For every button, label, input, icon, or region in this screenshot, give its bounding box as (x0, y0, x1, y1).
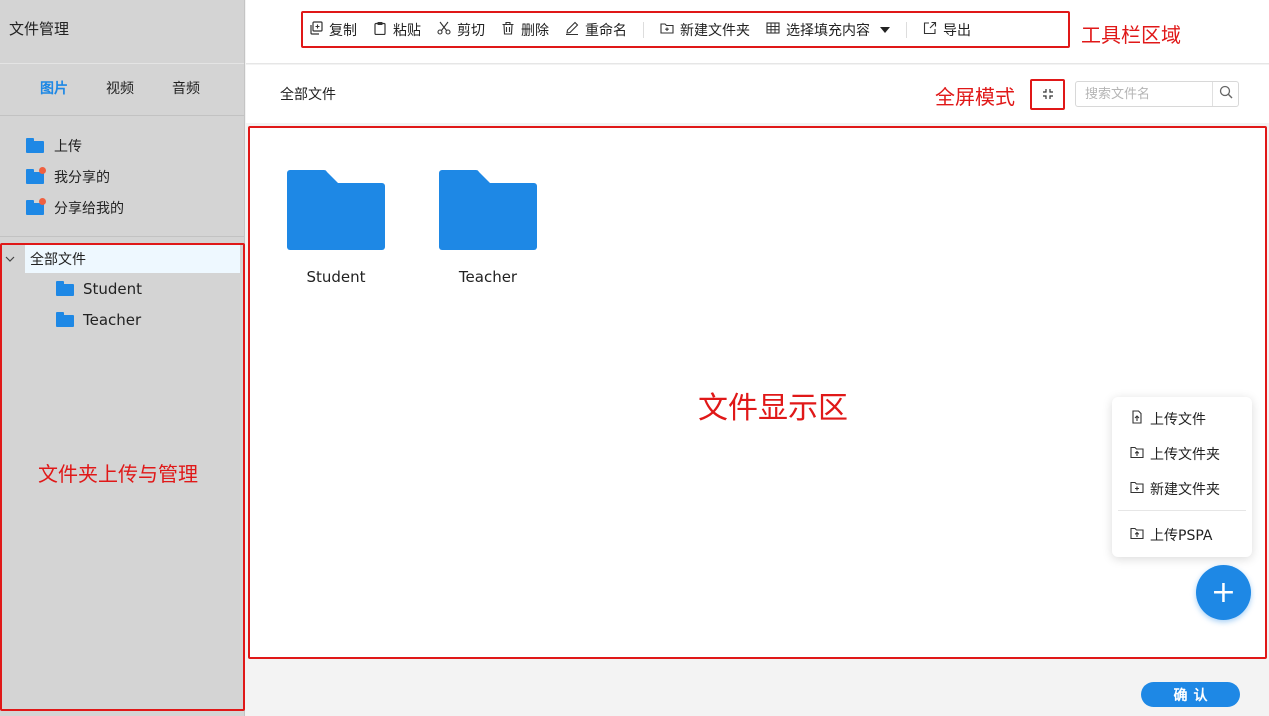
upload-file-icon (1130, 410, 1144, 427)
file-tile-student[interactable]: Student (284, 170, 388, 286)
upload-folder-label: 上传文件夹 (1150, 446, 1220, 463)
tab-audio[interactable]: 音频 (172, 64, 238, 115)
plus-icon: + (1210, 575, 1237, 610)
folder-icon (287, 170, 385, 250)
copy-label: 复制 (329, 23, 357, 39)
folder-icon (439, 170, 537, 250)
rename-label: 重命名 (585, 23, 627, 39)
file-tile-label: Teacher (458, 268, 518, 286)
search-box (1075, 81, 1239, 107)
upload-folder-menu-item[interactable]: 上传文件夹 (1112, 436, 1252, 471)
paste-label: 粘贴 (393, 23, 421, 39)
fab-menu: 上传文件 上传文件夹 新建文件夹 上传PSPA (1112, 397, 1252, 557)
confirm-button[interactable]: 确认 (1141, 682, 1240, 707)
paste-icon (373, 21, 387, 39)
caret-down-icon (880, 22, 890, 38)
export-icon (923, 21, 937, 39)
cut-button[interactable]: 剪切 (429, 13, 493, 47)
pencil-icon (565, 21, 579, 39)
fab-menu-divider (1118, 510, 1246, 511)
folder-icon (26, 138, 44, 153)
toolbar-divider (643, 22, 644, 38)
trash-icon (501, 21, 515, 39)
file-tile-teacher[interactable]: Teacher (436, 170, 540, 286)
export-label: 导出 (943, 23, 971, 39)
shared-with-me-folder-icon (26, 198, 46, 215)
tab-videos[interactable]: 视频 (106, 64, 172, 115)
group-my-shared-label: 我分享的 (54, 169, 110, 186)
file-tile-label: Student (306, 268, 366, 286)
new-folder-button[interactable]: 新建文件夹 (652, 13, 758, 47)
shared-folder-icon (26, 167, 46, 184)
group-my-shared[interactable]: 我分享的 (26, 161, 244, 192)
group-upload[interactable]: 上传 (26, 130, 244, 161)
copy-icon (309, 21, 323, 39)
breadcrumb[interactable]: 全部文件 (280, 84, 336, 104)
cut-label: 剪切 (457, 23, 485, 39)
group-shared-with-me-label: 分享给我的 (54, 200, 124, 217)
upload-folder-icon (1130, 526, 1144, 543)
delete-button[interactable]: 删除 (493, 13, 557, 47)
new-folder-icon (1130, 480, 1144, 497)
upload-file-label: 上传文件 (1150, 411, 1206, 428)
app-title: 文件管理 (0, 0, 244, 64)
rename-button[interactable]: 重命名 (557, 13, 635, 47)
breadcrumb-bar: 全部文件 (246, 65, 1269, 123)
folder-area-annotation-label: 文件夹上传与管理 (38, 462, 198, 486)
file-area-annotation-label: 文件显示区 (698, 391, 848, 426)
add-fab-button[interactable]: + (1196, 565, 1251, 620)
search-icon (1219, 85, 1233, 103)
new-folder-menu-label: 新建文件夹 (1150, 481, 1220, 498)
toolbar-annotation-label: 工具栏区域 (1081, 23, 1181, 47)
select-fill-dropdown[interactable]: 选择填充内容 (758, 13, 898, 47)
fullscreen-button[interactable] (1033, 83, 1063, 109)
grid-icon (766, 21, 780, 39)
new-folder-menu-item[interactable]: 新建文件夹 (1112, 471, 1252, 506)
toolbar-divider (906, 22, 907, 38)
fullscreen-annotation-label: 全屏模式 (935, 85, 1015, 109)
scissors-icon (437, 21, 451, 39)
folder-icon (56, 281, 74, 296)
new-folder-label: 新建文件夹 (680, 23, 750, 39)
media-tabs: 图片 视频 音频 (0, 64, 244, 116)
fullscreen-icon (1042, 88, 1054, 104)
paste-button[interactable]: 粘贴 (365, 13, 429, 47)
select-fill-label: 选择填充内容 (786, 23, 870, 39)
group-shared-with-me[interactable]: 分享给我的 (26, 192, 244, 223)
toolbar: 复制 粘贴 剪切 删除 重命名 新建文件夹 选择填充内容 导出 (301, 13, 979, 47)
tree-root-all-files[interactable]: 全部文件 (25, 245, 240, 273)
upload-pspa-menu-item[interactable]: 上传PSPA (1112, 517, 1252, 552)
sidebar: 文件管理 图片 视频 音频 上传 我分享的 分享给我的 全部文件 Student… (0, 0, 245, 716)
tree-item-student[interactable]: Student (56, 273, 244, 304)
delete-label: 删除 (521, 23, 549, 39)
tree-item-label: Student (83, 279, 143, 298)
search-button[interactable] (1212, 82, 1238, 106)
upload-pspa-label: 上传PSPA (1150, 527, 1213, 544)
group-upload-label: 上传 (54, 138, 82, 155)
new-folder-icon (660, 21, 674, 39)
chevron-down-icon[interactable] (5, 253, 15, 267)
tab-images[interactable]: 图片 (40, 64, 106, 115)
export-button[interactable]: 导出 (915, 13, 979, 47)
folder-tree: 全部文件 Student Teacher (0, 237, 244, 335)
folder-groups: 上传 我分享的 分享给我的 (0, 116, 244, 237)
upload-folder-icon (1130, 445, 1144, 462)
upload-file-menu-item[interactable]: 上传文件 (1112, 401, 1252, 436)
tree-item-label: Teacher (83, 310, 142, 329)
search-input[interactable] (1076, 82, 1212, 106)
copy-button[interactable]: 复制 (301, 13, 365, 47)
tree-item-teacher[interactable]: Teacher (56, 304, 244, 335)
folder-icon (56, 312, 74, 327)
